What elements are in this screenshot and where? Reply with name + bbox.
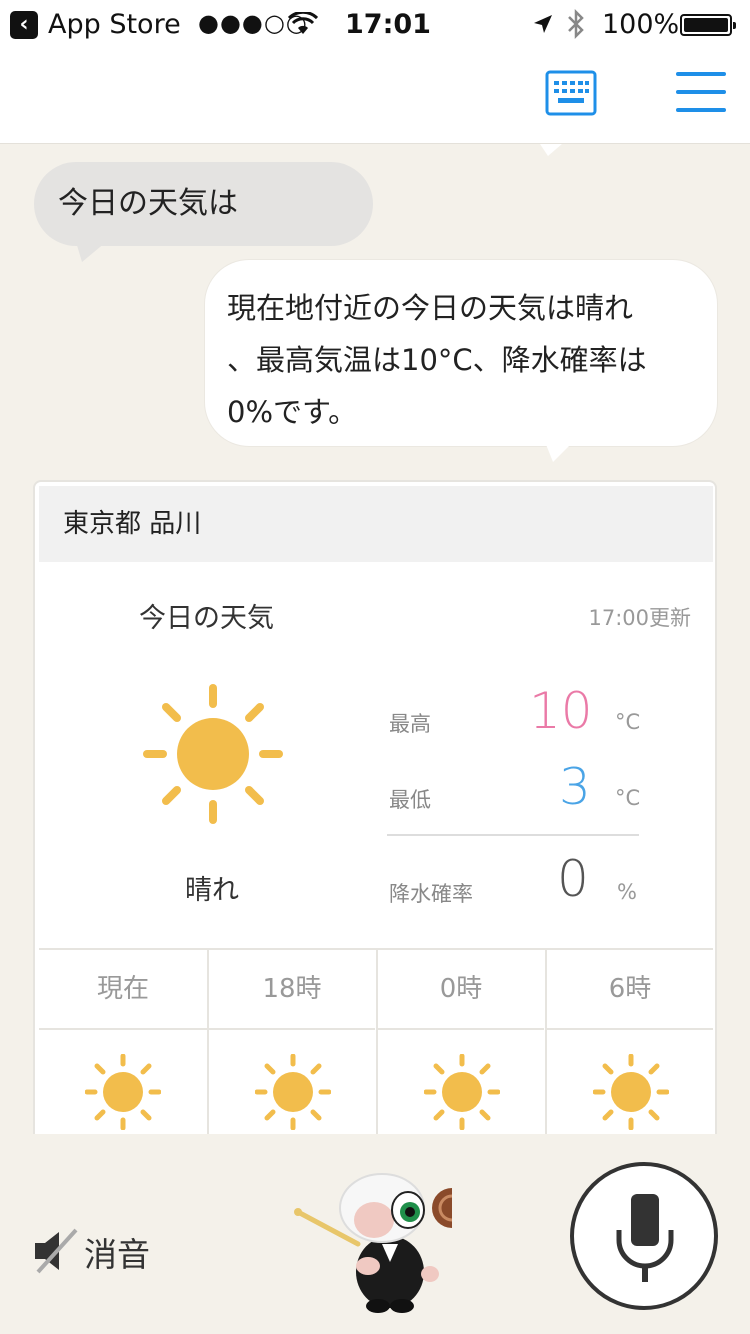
hourly-time-label: 現在 bbox=[39, 950, 207, 1030]
rain-chance-value: 0 bbox=[557, 850, 589, 908]
status-bar: ‹ App Store ●●●○○ 17:01 100% bbox=[0, 0, 750, 50]
sheep-mascot-image bbox=[294, 1173, 452, 1313]
user-message-text: 今日の天気は bbox=[58, 186, 238, 221]
speaker-muted-icon bbox=[35, 1228, 78, 1274]
rain-chance-label: 降水確率 bbox=[389, 882, 473, 906]
weather-title: 今日の天気 bbox=[139, 603, 274, 634]
battery-percent: 100% bbox=[602, 9, 680, 40]
hourly-column: 18時 bbox=[207, 950, 375, 1134]
assistant-message-bubble: 現在地付近の今日の天気は晴れ 、最高気温は10°C、降水確率は 0%です。 bbox=[205, 260, 717, 462]
assistant-message-line: 現在地付近の今日の天気は晴れ bbox=[227, 291, 634, 325]
hamburger-menu-icon[interactable] bbox=[676, 72, 726, 116]
sun-icon bbox=[85, 1054, 161, 1130]
bubble-tail bbox=[76, 242, 106, 262]
hourly-column: 0時 bbox=[376, 950, 544, 1134]
bubble-tail bbox=[545, 442, 573, 462]
microphone-button[interactable] bbox=[570, 1162, 718, 1310]
sun-icon bbox=[143, 684, 283, 824]
sun-icon bbox=[424, 1054, 500, 1130]
assistant-message-line: 、最高気温は10°C、降水確率は bbox=[227, 343, 647, 377]
assistant-message-line: 0%です。 bbox=[227, 395, 358, 429]
hourly-forecast: 現在 18時 0時 6時 bbox=[39, 948, 713, 1134]
hourly-column: 6時 bbox=[545, 950, 713, 1134]
status-time: 17:01 bbox=[345, 9, 431, 40]
back-to-app-link[interactable]: App Store bbox=[48, 9, 181, 40]
sun-icon bbox=[593, 1054, 669, 1130]
rain-chance-unit: % bbox=[617, 880, 637, 904]
user-message-bubble: 今日の天気は bbox=[34, 162, 373, 262]
bluetooth-icon bbox=[568, 8, 584, 40]
weather-condition: 晴れ bbox=[185, 875, 239, 906]
divider bbox=[387, 834, 639, 836]
microphone-icon bbox=[616, 1194, 674, 1282]
chat-area[interactable]: 今日の天気は 現在地付近の今日の天気は晴れ 、最高気温は10°C、降水確率は 0… bbox=[0, 144, 750, 1134]
mute-label: 消音 bbox=[84, 1235, 150, 1274]
low-temp-value: 3 bbox=[559, 758, 591, 816]
high-temp-value: 10 bbox=[529, 682, 593, 740]
previous-bubble-tail bbox=[540, 144, 562, 156]
battery-icon bbox=[680, 14, 736, 36]
bottom-bar: 消音 bbox=[0, 1134, 750, 1334]
hourly-time-label: 18時 bbox=[209, 950, 375, 1030]
sun-icon bbox=[255, 1054, 331, 1130]
hourly-column: 現在 bbox=[39, 950, 207, 1134]
hourly-time-label: 6時 bbox=[547, 950, 713, 1030]
low-temp-label: 最低 bbox=[389, 788, 431, 812]
low-temp-unit: °C bbox=[615, 786, 641, 810]
top-nav-bar bbox=[0, 50, 750, 144]
weather-location: 東京都 品川 bbox=[39, 486, 713, 562]
location-arrow-icon bbox=[534, 15, 552, 33]
updated-time: 17:00更新 bbox=[588, 606, 691, 630]
hourly-time-label: 0時 bbox=[378, 950, 544, 1030]
back-chevron-icon[interactable]: ‹ bbox=[10, 11, 38, 39]
high-temp-unit: °C bbox=[615, 710, 641, 734]
high-temp-label: 最高 bbox=[389, 712, 431, 736]
keyboard-icon[interactable] bbox=[545, 70, 597, 116]
weather-card[interactable]: 東京都 品川 今日の天気 17:00更新 晴れ 最高 10 °C 最低 3 °C… bbox=[33, 480, 717, 1134]
wifi-icon bbox=[288, 12, 318, 34]
